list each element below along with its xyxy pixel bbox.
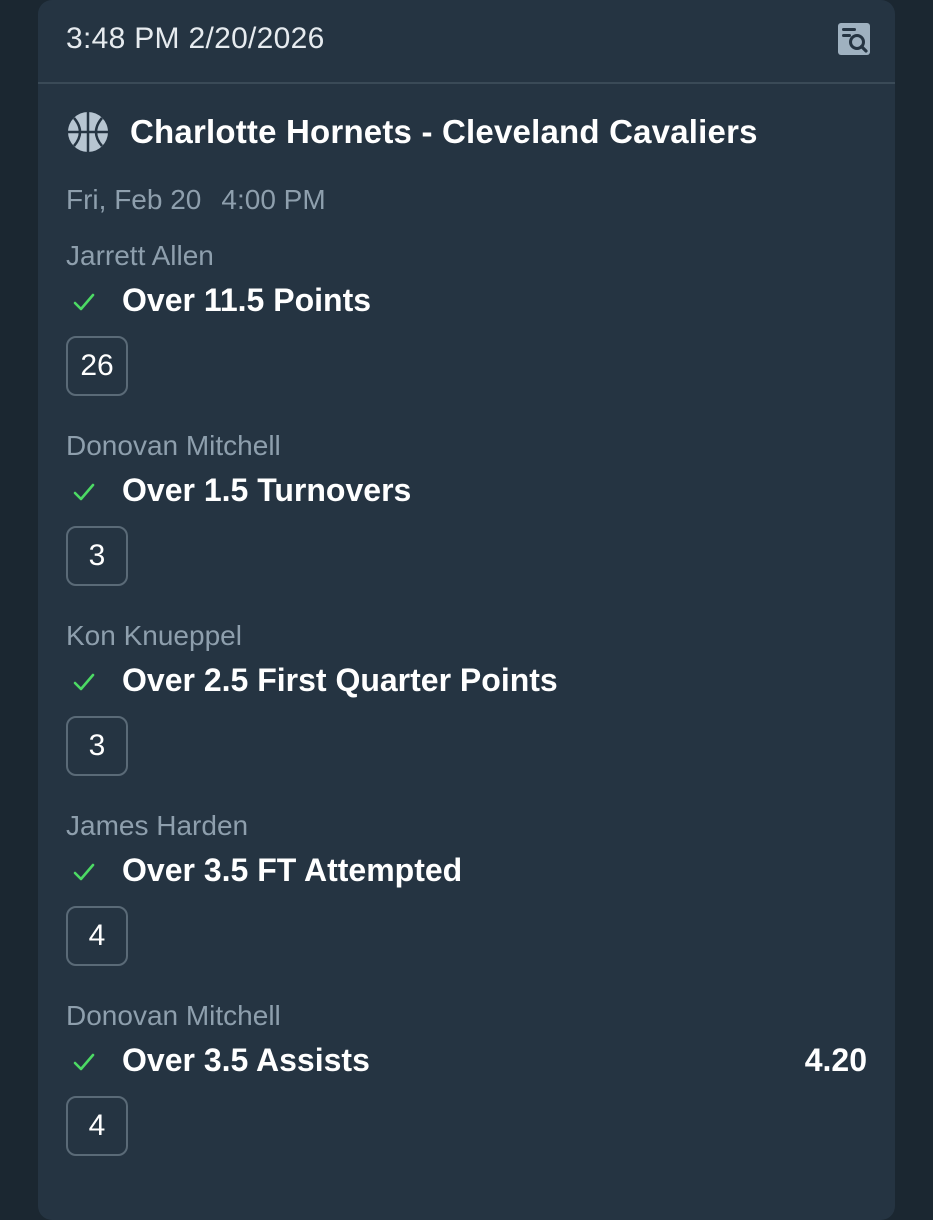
event-time: 4:00 PM xyxy=(221,184,326,215)
check-icon xyxy=(73,673,95,691)
check-icon xyxy=(73,1053,95,1071)
bet-leg: Donovan Mitchell Over 1.5 Turnovers 3 xyxy=(38,430,895,620)
leg-player: Donovan Mitchell xyxy=(66,430,281,461)
leg-player: Kon Knueppel xyxy=(66,620,242,651)
bet-card: 3:48 PM 2/20/2026 Charlotte Hornets - Cl… xyxy=(38,0,895,1220)
event-datetime: Fri, Feb 20 4:00 PM xyxy=(66,184,326,216)
check-icon xyxy=(73,863,95,881)
leg-selection: Over 3.5 FT Attempted xyxy=(122,852,463,888)
leg-selection: Over 2.5 First Quarter Points xyxy=(122,662,558,698)
leg-player: Donovan Mitchell xyxy=(66,1000,281,1031)
bet-leg: Jarrett Allen Over 11.5 Points 26 xyxy=(38,240,895,430)
event-date: Fri, Feb 20 xyxy=(66,184,202,215)
bet-leg: Kon Knueppel Over 2.5 First Quarter Poin… xyxy=(38,620,895,810)
event-title[interactable]: Charlotte Hornets - Cleveland Cavaliers xyxy=(130,113,758,151)
event-row: Charlotte Hornets - Cleveland Cavaliers xyxy=(66,108,758,156)
leg-player: Jarrett Allen xyxy=(66,240,214,271)
leg-odds: 4.20 xyxy=(804,1042,867,1078)
check-icon xyxy=(73,293,95,311)
search-document-icon[interactable] xyxy=(837,22,871,56)
leg-player: James Harden xyxy=(66,810,249,841)
basketball-icon xyxy=(68,112,108,152)
leg-result-badge: 26 xyxy=(66,336,128,396)
leg-selection: Over 3.5 Assists xyxy=(122,1042,370,1078)
bet-leg: Donovan Mitchell Over 3.5 Assists 4.20 4 xyxy=(38,1000,895,1190)
leg-result-badge: 3 xyxy=(66,716,128,776)
leg-selection: Over 1.5 Turnovers xyxy=(122,472,412,508)
bet-timestamp: 3:48 PM 2/20/2026 xyxy=(66,22,325,55)
leg-result-badge: 4 xyxy=(66,1096,128,1156)
check-icon xyxy=(73,483,95,501)
bet-leg: James Harden Over 3.5 FT Attempted 4 xyxy=(38,810,895,1000)
leg-selection: Over 11.5 Points xyxy=(122,282,372,318)
leg-result-badge: 4 xyxy=(66,906,128,966)
leg-result-badge: 3 xyxy=(66,526,128,586)
card-header: 3:48 PM 2/20/2026 xyxy=(38,0,895,84)
